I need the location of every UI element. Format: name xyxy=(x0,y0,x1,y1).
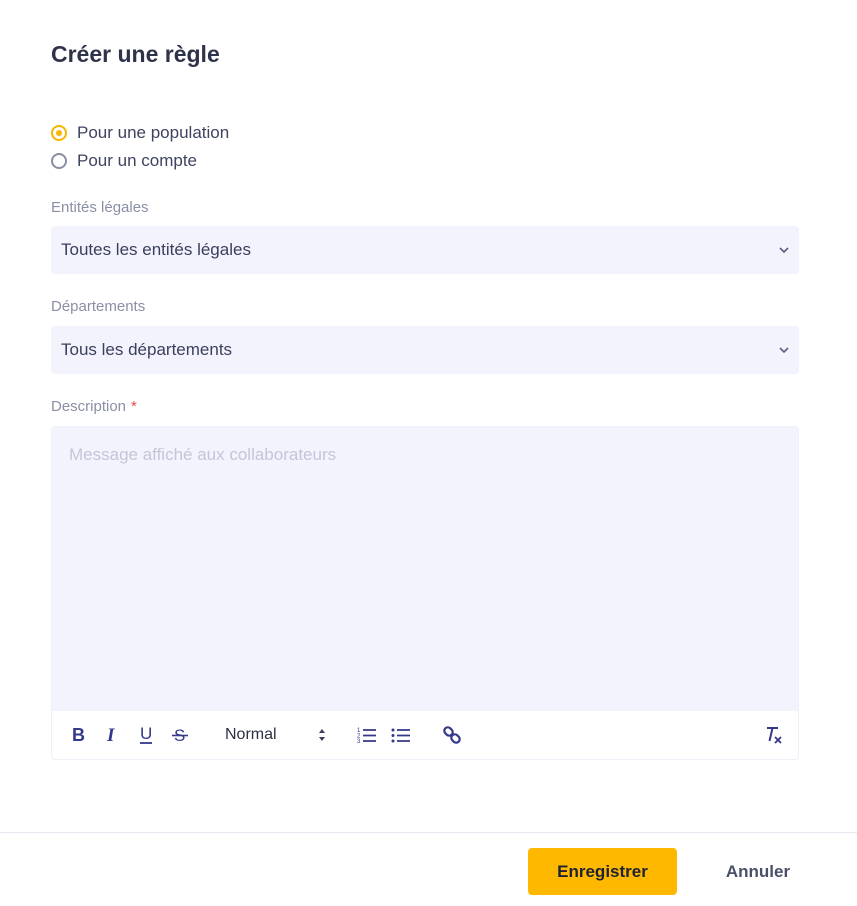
radio-account[interactable]: Pour un compte xyxy=(51,151,197,171)
radio-population[interactable]: Pour une population xyxy=(51,123,229,143)
legal-entities-select[interactable]: Toutes les entités légales xyxy=(51,226,799,274)
svg-text:I: I xyxy=(106,726,115,744)
heading-select-value: Normal xyxy=(225,726,277,743)
description-input[interactable]: Message affiché aux collaborateurs xyxy=(52,427,798,711)
required-mark: * xyxy=(131,398,137,415)
bullet-list-icon[interactable] xyxy=(389,723,413,747)
radio-checked-icon[interactable] xyxy=(51,125,67,141)
underline-icon[interactable]: U xyxy=(134,723,158,747)
editor-toolbar: B I U S Normal 123 xyxy=(52,711,798,759)
radio-population-label: Pour une population xyxy=(77,123,230,142)
chevron-down-icon xyxy=(779,347,789,354)
radio-unchecked-icon[interactable] xyxy=(51,153,67,169)
footer-divider xyxy=(0,832,857,833)
dialog-title: Créer une règle xyxy=(51,41,220,67)
heading-select[interactable]: Normal xyxy=(225,723,335,747)
svg-text:U: U xyxy=(140,725,152,743)
save-button[interactable]: Enregistrer xyxy=(528,848,677,895)
description-editor: Message affiché aux collaborateurs B I U… xyxy=(51,426,799,760)
description-placeholder: Message affiché aux collaborateurs xyxy=(69,445,337,464)
description-label-text: Description xyxy=(51,398,127,415)
strike-icon[interactable]: S xyxy=(168,723,192,747)
chevron-down-icon xyxy=(779,247,789,254)
departments-value: Tous les départements xyxy=(61,340,233,359)
departments-select[interactable]: Tous les départements xyxy=(51,326,799,374)
radio-account-label: Pour un compte xyxy=(77,151,198,170)
legal-entities-label: Entités légales xyxy=(51,199,149,216)
svg-text:3: 3 xyxy=(357,739,361,744)
italic-icon[interactable]: I xyxy=(100,723,124,747)
link-icon[interactable] xyxy=(440,723,464,747)
clear-format-icon[interactable] xyxy=(761,723,785,747)
ordered-list-icon[interactable]: 123 xyxy=(355,723,379,747)
svg-text:B: B xyxy=(72,726,85,744)
up-down-icon xyxy=(319,729,325,741)
cancel-button[interactable]: Annuler xyxy=(708,848,808,895)
legal-entities-value: Toutes les entités légales xyxy=(61,240,251,259)
bold-icon[interactable]: B xyxy=(66,723,90,747)
departments-label: Départements xyxy=(51,298,146,315)
description-label: Description * xyxy=(51,398,137,415)
